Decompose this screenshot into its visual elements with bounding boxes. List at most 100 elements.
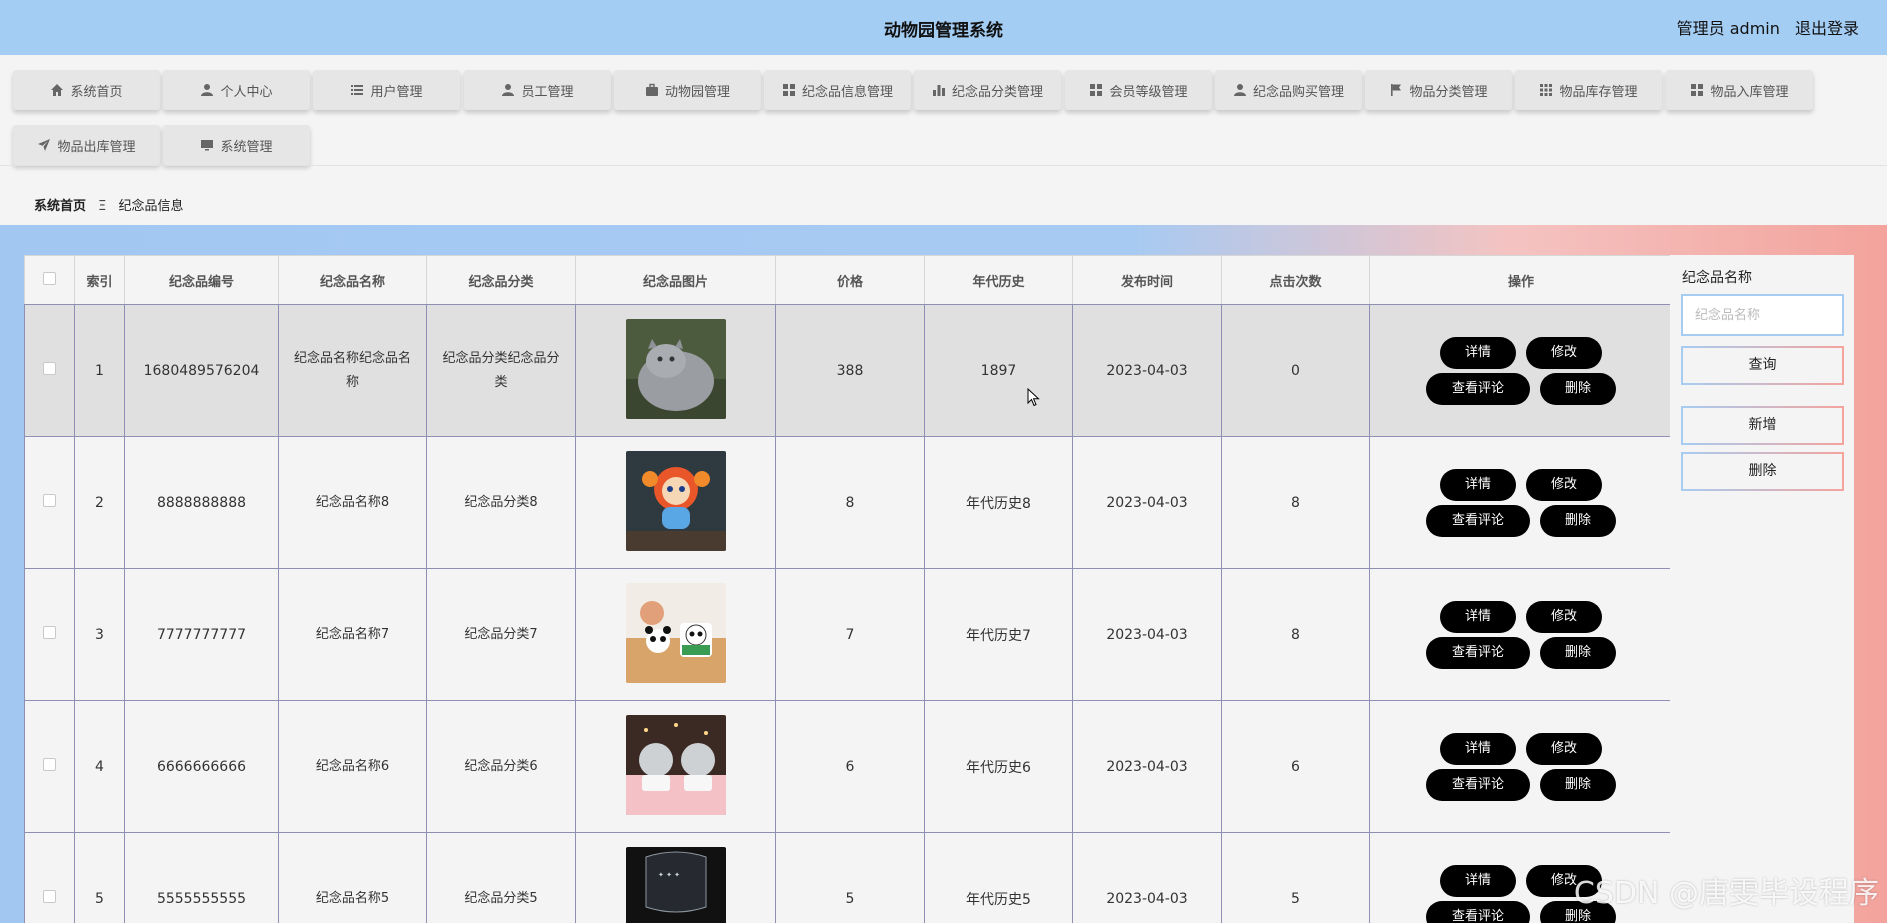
logout-link[interactable]: 退出登录 (1795, 19, 1859, 38)
search-label: 纪念品名称 (1682, 270, 1752, 286)
clicks-cell: 0 (1221, 304, 1370, 437)
nav-item[interactable]: 系统首页 (13, 70, 160, 110)
delete-button[interactable]: 删除 (1540, 504, 1616, 537)
person-icon (1233, 83, 1247, 97)
category-cell: 纪念品分类5 (426, 832, 576, 923)
search-input[interactable] (1681, 294, 1844, 336)
view-comments-button[interactable]: 查看评论 (1426, 636, 1530, 669)
row-select-cell[interactable] (24, 304, 75, 437)
row-checkbox[interactable] (43, 362, 56, 375)
nav-item[interactable]: 动物园管理 (614, 70, 761, 110)
nav-item-label: 动物园管理 (664, 84, 730, 100)
history-cell: 年代历史8 (924, 436, 1073, 569)
grid-icon (1690, 83, 1704, 97)
bulk-delete-button[interactable]: 删除 (1681, 452, 1844, 491)
delete-button[interactable]: 删除 (1540, 372, 1616, 405)
column-header: 纪念品编号 (124, 255, 279, 305)
nav-item[interactable]: 物品库存管理 (1515, 70, 1662, 110)
nav-item[interactable]: 系统管理 (163, 125, 310, 165)
image-cell: ✦ ✦ ✦ (575, 832, 776, 923)
list-icon (350, 83, 364, 97)
watermark: CSDN @唐雯毕设程序 (1573, 876, 1879, 911)
row-select-cell[interactable] (24, 700, 75, 833)
query-button[interactable]: 查询 (1681, 346, 1844, 385)
nav-item[interactable]: 纪念品信息管理 (764, 70, 911, 110)
table-row[interactable]: 1 1680489576204 纪念品名称纪念品名称 纪念品分类纪念品分类 388 189… (24, 304, 1672, 437)
detail-button[interactable]: 详情 (1440, 732, 1516, 765)
nav-item-label: 物品库存管理 (1559, 84, 1638, 100)
nav-item[interactable]: 物品入库管理 (1666, 70, 1813, 110)
table-row[interactable]: 5 5555555555 纪念品名称5 纪念品分类5 ✦ ✦ ✦ 5 年代历史5 2023-0… (24, 832, 1672, 923)
row-checkbox[interactable] (43, 758, 56, 771)
view-comments-button[interactable]: 查看评论 (1426, 768, 1530, 801)
nav-item[interactable]: 个人中心 (163, 70, 310, 110)
nav-item-label: 物品分类管理 (1409, 84, 1488, 100)
date-cell: 2023-04-03 (1072, 568, 1222, 701)
table-row[interactable]: 2 8888888888 纪念品名称8 纪念品分类8 8 年代历史8 2023-04-03 8… (24, 436, 1672, 569)
delete-button[interactable]: 删除 (1540, 768, 1616, 801)
breadcrumb-home[interactable]: 系统首页 (34, 199, 86, 214)
nav-item[interactable]: 纪念品购买管理 (1215, 70, 1362, 110)
user-area: 管理员 admin 退出登录 (1677, 15, 1859, 39)
view-comments-button[interactable]: 查看评论 (1426, 504, 1530, 537)
row-select-cell[interactable] (24, 436, 75, 569)
souvenir-table: 索引 纪念品编号 纪念品名称 纪念品分类 纪念品图片 价格 年代历史 发布时间 … (24, 255, 1672, 923)
nav-item-label: 系统管理 (220, 139, 273, 155)
delete-button[interactable]: 删除 (1540, 636, 1616, 669)
table-header-row: 索引 纪念品编号 纪念品名称 纪念品分类 纪念品图片 价格 年代历史 发布时间 … (24, 255, 1672, 305)
table-row[interactable]: 3 7777777777 纪念品名称7 纪念品分类7 7 年代历史7 2023-04-03 8… (24, 568, 1672, 701)
view-comments-button[interactable]: 查看评论 (1426, 900, 1530, 923)
nav-item[interactable]: 会员等级管理 (1065, 70, 1212, 110)
snow-globe-photo[interactable] (625, 714, 726, 815)
clicks-cell: 8 (1221, 568, 1370, 701)
name-cell: 纪念品名称8 (278, 436, 427, 569)
detail-button[interactable]: 详情 (1440, 600, 1516, 633)
price-cell: 8 (775, 436, 925, 569)
nav-item[interactable]: 纪念品分类管理 (914, 70, 1061, 110)
column-header: 点击次数 (1221, 255, 1370, 305)
code-cell: 1680489576204 (124, 304, 279, 437)
ops-cell: 详情 修改 查看评论 删除 (1369, 304, 1672, 437)
edit-button[interactable]: 修改 (1526, 336, 1602, 369)
nav-item[interactable]: 员工管理 (464, 70, 611, 110)
select-all-checkbox[interactable] (43, 271, 56, 285)
price-cell: 5 (775, 832, 925, 923)
column-header: 纪念品图片 (575, 255, 776, 305)
index-cell: 3 (74, 568, 125, 701)
panda-keychain-photo[interactable] (625, 582, 726, 683)
mouse-cursor-icon (1027, 387, 1041, 412)
name-cell: 纪念品名称纪念品名称 (278, 304, 427, 437)
nav-item[interactable]: 用户管理 (313, 70, 460, 110)
flag-icon (1389, 83, 1403, 97)
nav-item[interactable]: 物品出库管理 (13, 125, 160, 165)
view-comments-button[interactable]: 查看评论 (1426, 372, 1530, 405)
header-select-all[interactable] (24, 255, 75, 305)
name-cell: 纪念品名称6 (278, 700, 427, 833)
index-cell: 1 (74, 304, 125, 437)
column-header: 发布时间 (1072, 255, 1222, 305)
column-header: 纪念品名称 (278, 255, 427, 305)
edit-button[interactable]: 修改 (1526, 600, 1602, 633)
table-row[interactable]: 4 6666666666 纪念品名称6 纪念品分类6 6 年代历史6 2023-04-03 6… (24, 700, 1672, 833)
detail-button[interactable]: 详情 (1440, 864, 1516, 897)
send-icon (37, 138, 51, 152)
breadcrumb: 系统首页 Ξ 纪念品信息 (34, 195, 184, 214)
row-select-cell[interactable] (24, 568, 75, 701)
row-checkbox[interactable] (43, 494, 56, 507)
crystal-trophy-photo[interactable]: ✦ ✦ ✦ (625, 846, 726, 923)
row-select-cell[interactable] (24, 832, 75, 923)
cat-photo[interactable] (625, 318, 726, 419)
nav-item-label: 纪念品信息管理 (801, 84, 893, 100)
edit-button[interactable]: 修改 (1526, 468, 1602, 501)
detail-button[interactable]: 详情 (1440, 468, 1516, 501)
add-button[interactable]: 新增 (1681, 406, 1844, 445)
row-checkbox[interactable] (43, 626, 56, 639)
detail-button[interactable]: 详情 (1440, 336, 1516, 369)
toy-figure-photo[interactable] (625, 450, 726, 551)
ops-cell: 详情 修改 查看评论 删除 (1369, 436, 1672, 569)
breadcrumb-separator: Ξ (98, 199, 107, 214)
nav-item-label: 系统首页 (70, 84, 123, 100)
nav-item[interactable]: 物品分类管理 (1365, 70, 1512, 110)
edit-button[interactable]: 修改 (1526, 732, 1602, 765)
row-checkbox[interactable] (43, 890, 56, 903)
